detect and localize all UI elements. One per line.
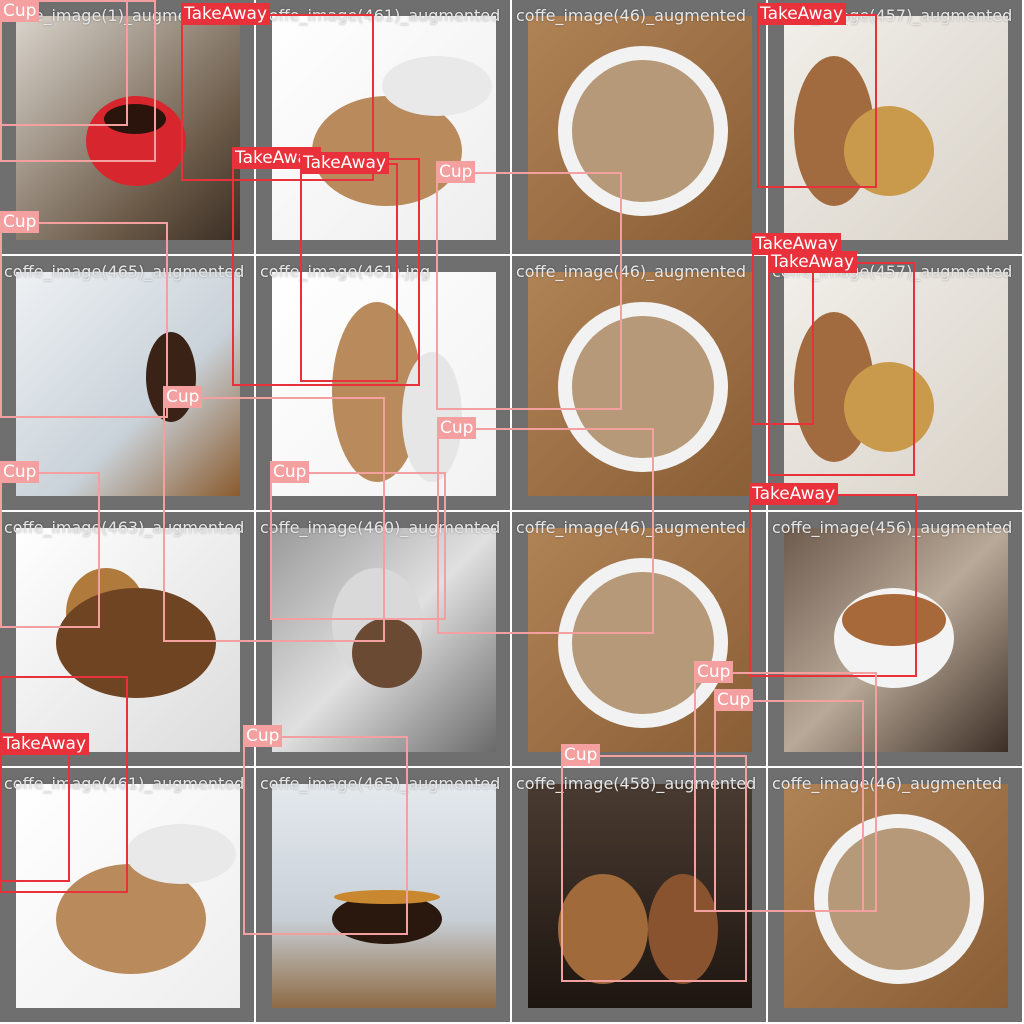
mosaic-tile: coffe_image(458)_augmented (512, 768, 766, 1022)
photo-shape (572, 60, 714, 202)
cup-label: Cup (0, 461, 40, 483)
tile-photo (784, 528, 1008, 752)
cup-label: Cup (0, 211, 40, 233)
mosaic-tile: coffe_image(46)_augmented (768, 768, 1022, 1022)
tile-filename: coffe_image(460)_augmented (260, 518, 501, 537)
photo-shape (572, 316, 714, 458)
tile-filename: coffe_image(465)_augmented (260, 774, 501, 793)
cup-label: Cup (561, 744, 601, 766)
tile-filename: coffe_image(463)_augmented (4, 518, 245, 537)
tile-photo (528, 784, 752, 1008)
mosaic-tile: coffe_image(461)_augmented (0, 768, 254, 1022)
takeaway-label: TakeAway (768, 251, 858, 273)
mosaic-tile: coffe_image(46)_augmented (512, 512, 766, 766)
mosaic-tile: coffe_image(457)_augmented (768, 256, 1022, 510)
photo-shape (844, 106, 934, 196)
cup-label: Cup (243, 725, 283, 747)
photo-shape (56, 588, 216, 698)
photo-shape (146, 332, 196, 422)
tile-filename: coffe_image(461)_augmented (4, 774, 245, 793)
takeaway-label: TakeAway (300, 152, 390, 174)
photo-shape (126, 824, 236, 884)
mosaic-tile: coffe_image(46)_augmented (512, 0, 766, 254)
photo-shape (352, 618, 422, 688)
tile-photo (272, 16, 496, 240)
photo-shape (572, 572, 714, 714)
tile-filename: coffe_image(46)_augmented (516, 518, 747, 537)
tile-filename: coffe_image(461).jpg (260, 262, 431, 281)
mosaic-tile: coffe_image(461)_augmented (256, 0, 510, 254)
tile-photo (528, 16, 752, 240)
mosaic-tile: coffe_image(465)_augmented (256, 768, 510, 1022)
cup-label: Cup (437, 417, 477, 439)
takeaway-label: TakeAway (181, 3, 271, 25)
tile-photo (16, 784, 240, 1008)
mosaic-tile: coffe_image(460)_augmented (256, 512, 510, 766)
tile-photo (272, 528, 496, 752)
tile-filename: coffe_image(46)_augmented (516, 6, 747, 25)
photo-shape (844, 362, 934, 452)
cup-label: Cup (714, 689, 754, 711)
takeaway-label: TakeAway (757, 3, 847, 25)
takeaway-label: TakeAway (0, 733, 90, 755)
tile-photo (272, 784, 496, 1008)
tile-photo (16, 272, 240, 496)
photo-shape (334, 890, 440, 904)
tile-photo (16, 16, 240, 240)
mosaic-tile: coffe_image(463)_augmented (0, 512, 254, 766)
tile-photo (16, 528, 240, 752)
cup-label: Cup (436, 161, 476, 183)
mosaic-tile: coffe_image(46)_augmented (512, 256, 766, 510)
tile-photo (784, 16, 1008, 240)
photo-shape (648, 874, 718, 984)
cup-label: Cup (270, 461, 310, 483)
tile-filename: coffe_image(46)_augmented (772, 774, 1003, 793)
tile-photo (528, 528, 752, 752)
photo-background (528, 784, 752, 1008)
tile-filename: coffe_image(46)_augmented (516, 262, 747, 281)
photo-shape (104, 104, 166, 134)
photo-shape (558, 874, 648, 984)
cup-label: Cup (163, 386, 203, 408)
photo-shape (828, 828, 970, 970)
photo-shape (842, 594, 946, 646)
photo-background (16, 272, 240, 496)
cup-label: Cup (694, 661, 734, 683)
photo-shape (382, 56, 492, 116)
mosaic-tile: coffe_image(456)_augmented (768, 512, 1022, 766)
tile-filename: coffe_image(461)_augmented (260, 6, 501, 25)
tile-photo (784, 272, 1008, 496)
tile-photo (528, 272, 752, 496)
mosaic-tile: coffe_image(457)_augmented (768, 0, 1022, 254)
tile-filename: coffe_image(465)_augmented (4, 262, 245, 281)
cup-label: Cup (0, 0, 40, 22)
augmented-image-mosaic: coffe_image(1)_augmented coffe_image(461)… (0, 0, 1024, 1024)
tile-filename: coffe_image(456)_augmented (772, 518, 1013, 537)
tile-filename: coffe_image(458)_augmented (516, 774, 757, 793)
takeaway-label: TakeAway (749, 483, 839, 505)
tile-photo (784, 784, 1008, 1008)
